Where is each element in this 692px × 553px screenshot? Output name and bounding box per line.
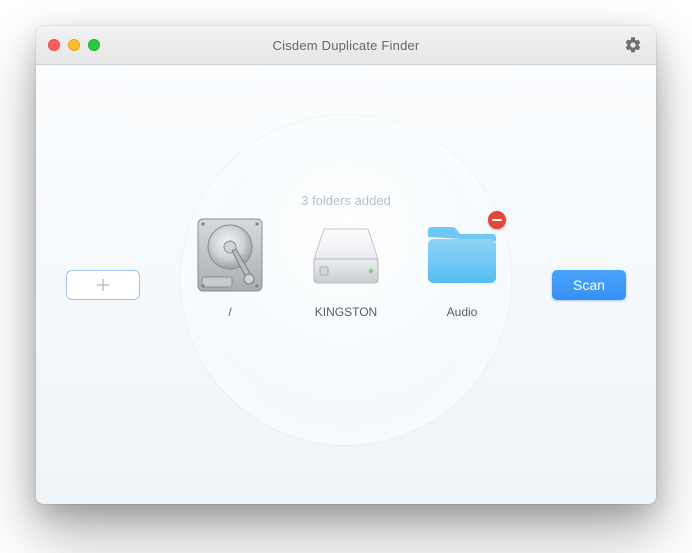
window-controls [48, 39, 100, 51]
location-label: KINGSTON [302, 305, 390, 319]
remove-location-button[interactable] [488, 211, 506, 229]
location-item-audio[interactable]: Audio [418, 215, 506, 319]
zoom-window-button[interactable] [88, 39, 100, 51]
location-label: Audio [418, 305, 506, 319]
close-window-button[interactable] [48, 39, 60, 51]
location-item-kingston[interactable]: KINGSTON [302, 215, 390, 319]
gear-icon [624, 36, 642, 54]
folders-added-label: 3 folders added [36, 193, 656, 208]
selected-locations: / [36, 215, 656, 319]
external-drive-icon [306, 215, 386, 295]
internal-hdd-icon [190, 215, 270, 295]
window-title: Cisdem Duplicate Finder [273, 38, 420, 53]
titlebar: Cisdem Duplicate Finder [36, 26, 656, 65]
location-item-root[interactable]: / [186, 215, 274, 319]
folder-icon [422, 215, 502, 295]
location-label: / [186, 305, 274, 319]
content-area: 3 folders added Scan [36, 65, 656, 504]
settings-button[interactable] [624, 36, 642, 54]
app-window: Cisdem Duplicate Finder 3 folders added … [36, 26, 656, 504]
minimize-window-button[interactable] [68, 39, 80, 51]
